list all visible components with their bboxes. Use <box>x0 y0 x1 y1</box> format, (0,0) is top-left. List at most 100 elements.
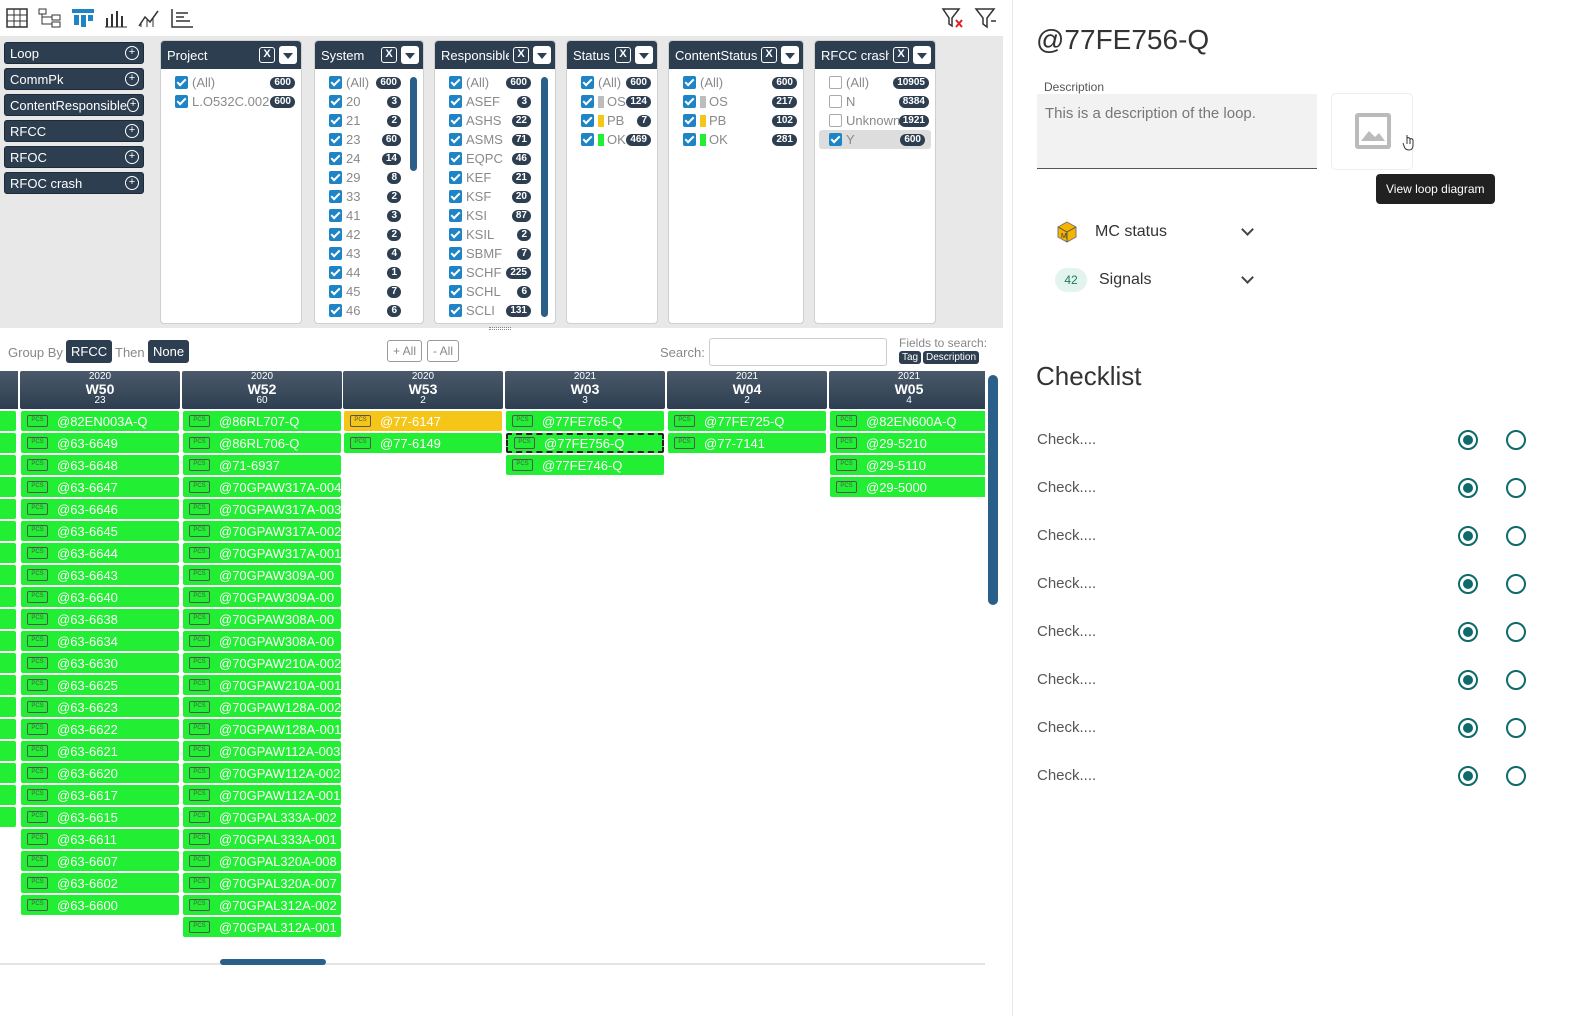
partial-card[interactable] <box>0 521 16 541</box>
radio-yes[interactable] <box>1458 766 1478 786</box>
loop-card[interactable]: PCS @70GPAW210A-002 <box>183 653 341 673</box>
radio-yes[interactable] <box>1458 574 1478 594</box>
radio-no[interactable] <box>1506 478 1526 498</box>
remove-filter-button[interactable]: X <box>615 47 631 63</box>
filter-option[interactable]: 20 3 <box>315 92 423 111</box>
view-loop-diagram-button[interactable] <box>1331 93 1414 170</box>
loop-card[interactable]: PCS @70GPAW317A-004 <box>183 477 341 497</box>
filter-option[interactable]: 44 1 <box>315 263 423 282</box>
loop-card[interactable]: PCS @70GPAW112A-003 <box>183 741 341 761</box>
loop-card[interactable]: PCS @63-6607 <box>21 851 179 871</box>
radio-no[interactable] <box>1506 766 1526 786</box>
board-horizontal-scrollbar[interactable] <box>220 959 326 965</box>
loop-card[interactable]: PCS @63-6638 <box>21 609 179 629</box>
partial-card[interactable] <box>0 455 16 475</box>
mc-status-accordion[interactable]: M MC status <box>1055 220 1167 244</box>
loop-card[interactable]: PCS @77FE746-Q <box>506 455 664 475</box>
checkbox-icon[interactable] <box>581 114 594 127</box>
filter-option[interactable]: PB 102 <box>669 111 803 130</box>
loop-card[interactable]: PCS @70GPAL333A-002 <box>183 807 341 827</box>
checkbox-icon[interactable] <box>329 133 342 146</box>
filter-option[interactable]: (All) 600 <box>435 73 555 92</box>
filter-option[interactable]: (All) 600 <box>669 73 803 92</box>
filter-option[interactable]: OK 281 <box>669 130 803 149</box>
loop-card[interactable]: PCS @63-6625 <box>21 675 179 695</box>
filter-option[interactable]: N 8384 <box>815 92 935 111</box>
signals-accordion[interactable]: 42 Signals <box>1055 268 1151 292</box>
add-icon[interactable]: + <box>125 46 139 60</box>
loop-card[interactable]: PCS @86RL706-Q <box>183 433 341 453</box>
partial-card[interactable] <box>0 587 16 607</box>
loop-card[interactable]: PCS @70GPAW112A-001 <box>183 785 341 805</box>
tree-icon[interactable] <box>37 5 62 30</box>
checkbox-icon[interactable] <box>329 171 342 184</box>
filter-option[interactable]: 24 14 <box>315 149 423 168</box>
board-icon[interactable] <box>70 5 95 30</box>
partial-card[interactable] <box>0 543 16 563</box>
search-input[interactable] <box>709 338 887 366</box>
radio-no[interactable] <box>1506 622 1526 642</box>
loop-card[interactable]: PCS @63-6623 <box>21 697 179 717</box>
filter-option[interactable]: Y 600 <box>819 130 931 149</box>
filter-option[interactable]: 43 4 <box>315 244 423 263</box>
loop-card[interactable]: PCS @63-6622 <box>21 719 179 739</box>
add-icon[interactable]: + <box>125 176 139 190</box>
remove-filter-button[interactable]: X <box>761 47 777 63</box>
checkbox-icon[interactable] <box>449 304 462 317</box>
loop-card[interactable]: PCS @70GPAW128A-002 <box>183 697 341 717</box>
filter-field-rfoc-crash[interactable]: RFOC crash + <box>4 172 144 194</box>
dropdown-icon[interactable] <box>781 46 799 64</box>
loop-card[interactable]: PCS @63-6640 <box>21 587 179 607</box>
group-by-select[interactable]: RFCC <box>66 340 113 363</box>
remove-filter-button[interactable]: X <box>893 47 909 63</box>
checkbox-icon[interactable] <box>683 114 696 127</box>
filter-option[interactable]: (All) 600 <box>315 73 423 92</box>
radio-yes[interactable] <box>1458 526 1478 546</box>
filter-field-rfoc[interactable]: RFOC + <box>4 146 144 168</box>
clear-filter-icon[interactable] <box>940 5 965 30</box>
filter-option[interactable]: 21 2 <box>315 111 423 130</box>
loop-card[interactable]: PCS @63-6644 <box>21 543 179 563</box>
loop-card[interactable]: PCS @63-6645 <box>21 521 179 541</box>
filter-option[interactable]: KEF 21 <box>435 168 555 187</box>
filter-option[interactable]: 33 2 <box>315 187 423 206</box>
checkbox-icon[interactable] <box>683 133 696 146</box>
filter-option[interactable]: 45 7 <box>315 282 423 301</box>
filter-option[interactable]: 23 60 <box>315 130 423 149</box>
filter-option[interactable]: SBMF 7 <box>435 244 555 263</box>
filter-field-loop[interactable]: Loop + <box>4 42 144 64</box>
partial-card[interactable] <box>0 499 16 519</box>
partial-card[interactable] <box>0 785 16 805</box>
loop-card[interactable]: PCS @82EN003A-Q <box>21 411 179 431</box>
checkbox-icon[interactable] <box>829 76 842 89</box>
partial-card[interactable] <box>0 763 16 783</box>
filter-option[interactable]: KSIL 2 <box>435 225 555 244</box>
add-icon[interactable]: + <box>125 150 139 164</box>
remove-filter-button[interactable]: X <box>259 47 275 63</box>
chevron-down-icon[interactable] <box>1241 223 1254 236</box>
partial-card[interactable] <box>0 697 16 717</box>
loop-card[interactable]: PCS @29-5000 <box>830 477 985 497</box>
checkbox-icon[interactable] <box>829 114 842 127</box>
filter-field-rfcc[interactable]: RFCC + <box>4 120 144 142</box>
loop-card[interactable]: PCS @70GPAW317A-003 <box>183 499 341 519</box>
filter-option[interactable]: OS 217 <box>669 92 803 111</box>
checkbox-icon[interactable] <box>829 95 842 108</box>
column-header[interactable]: 2021 W04 2 <box>667 371 827 409</box>
loop-card[interactable]: PCS @71-6937 <box>183 455 341 475</box>
radio-yes[interactable] <box>1458 430 1478 450</box>
checkbox-icon[interactable] <box>829 133 842 146</box>
checkbox-icon[interactable] <box>329 228 342 241</box>
checkbox-icon[interactable] <box>329 190 342 203</box>
partial-card[interactable] <box>0 741 16 761</box>
checkbox-icon[interactable] <box>449 228 462 241</box>
add-icon[interactable]: + <box>127 98 139 112</box>
scrollbar[interactable] <box>410 77 417 171</box>
checkbox-icon[interactable] <box>329 266 342 279</box>
partial-card[interactable] <box>0 565 16 585</box>
loop-card[interactable]: PCS @63-6611 <box>21 829 179 849</box>
checkbox-icon[interactable] <box>449 171 462 184</box>
loop-card[interactable]: PCS @63-6643 <box>21 565 179 585</box>
filter-option[interactable]: (All) 600 <box>161 73 301 92</box>
partial-card[interactable] <box>0 433 16 453</box>
